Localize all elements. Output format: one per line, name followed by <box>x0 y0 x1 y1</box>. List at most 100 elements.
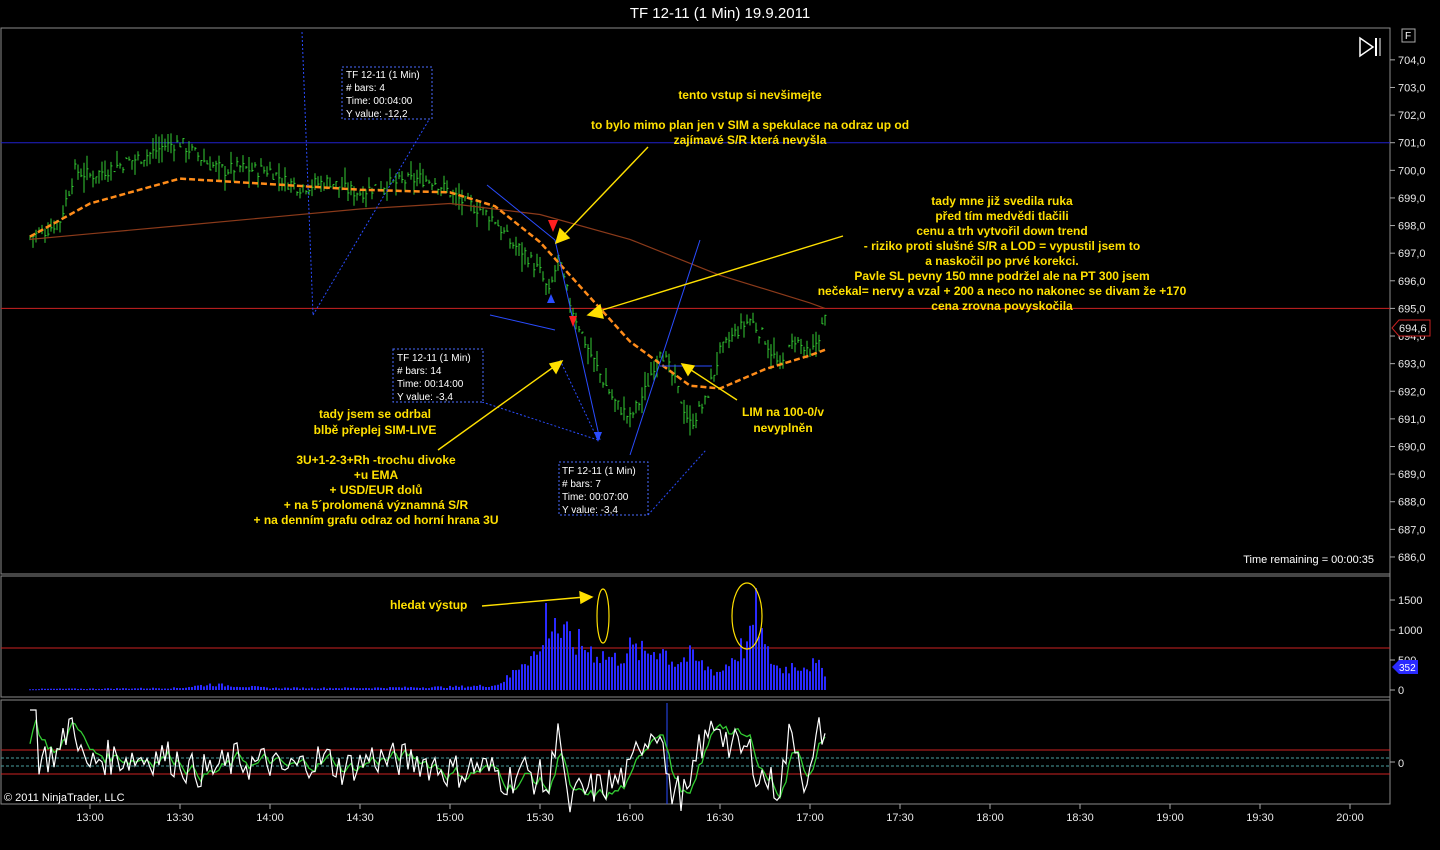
annotation-arrows <box>437 146 844 607</box>
play-end-icon[interactable] <box>1359 36 1381 58</box>
volume-bar <box>470 686 472 690</box>
note-left-2: 3U+1-2-3+Rh -trochu divoke +u EMA + USD/… <box>253 453 498 527</box>
volume-bar <box>278 688 280 690</box>
volume-bar <box>635 643 637 690</box>
volume-bar <box>671 661 673 690</box>
volume-bar <box>773 664 775 690</box>
price-tick-label: 686,0 <box>1398 552 1426 564</box>
volume-bar <box>320 688 322 690</box>
svg-text:cenu a trh vytvořil down trend: cenu a trh vytvořil down trend <box>916 224 1087 238</box>
volume-bar <box>302 687 304 690</box>
price-tick-label: 695,0 <box>1398 303 1426 315</box>
volume-bar <box>665 650 667 690</box>
volume-bar <box>821 667 823 690</box>
volume-bar <box>344 687 346 690</box>
svg-text:tady jsem se odrbal: tady jsem se odrbal <box>319 407 431 421</box>
volume-bar <box>452 687 454 690</box>
measure-tooltip-3: TF 12-11 (1 Min) # bars: 7 Time: 00:07:0… <box>558 461 649 516</box>
volume-bar <box>50 688 52 690</box>
volume-bar <box>137 688 139 690</box>
volume-bar <box>56 688 58 690</box>
volume-bar <box>287 687 289 690</box>
volume-bar <box>95 689 97 691</box>
volume-bar <box>425 688 427 690</box>
volume-bar <box>341 688 343 690</box>
f-button[interactable]: F <box>1401 28 1416 43</box>
price-tick-label: 703,0 <box>1398 82 1426 94</box>
volume-bar <box>227 685 229 690</box>
chart-canvas[interactable]: 704,0 703,0 702,0 701,0 700,0 699,0 698,0 697,0… <box>0 0 1440 850</box>
time-tick-label: 19:00 <box>1156 812 1184 824</box>
volume-bar <box>338 688 340 690</box>
tip3-line2: # bars: 7 <box>562 479 601 490</box>
volume-bar <box>752 624 754 690</box>
volume-bar <box>503 681 505 690</box>
volume-bar <box>416 687 418 690</box>
volume-bar <box>290 688 292 690</box>
volume-bar <box>47 688 49 690</box>
volume-tick-label: 0 <box>1398 685 1404 697</box>
volume-bar <box>530 656 532 690</box>
volume-bar <box>818 659 820 690</box>
volume-bar <box>584 650 586 690</box>
volume-bar <box>263 686 265 690</box>
volume-bar <box>449 685 451 690</box>
volume-bar <box>134 688 136 690</box>
volume-bar <box>257 686 259 690</box>
time-tick-label: 13:30 <box>166 812 194 824</box>
volume-bar <box>743 658 745 690</box>
svg-text:to bylo mimo plan jen v SIM a: to bylo mimo plan jen v SIM a spekulace … <box>591 118 909 132</box>
volume-bar <box>206 685 208 690</box>
volume-bar <box>395 687 397 690</box>
svg-text:F: F <box>1405 31 1411 42</box>
volume-bar <box>533 651 535 690</box>
volume-bar <box>275 687 277 690</box>
volume-bar <box>116 688 118 690</box>
price-tick-label: 701,0 <box>1398 138 1426 150</box>
volume-bar <box>770 663 772 690</box>
volume-bar <box>491 685 493 690</box>
volume-bar <box>113 689 115 691</box>
time-tick-label: 19:30 <box>1246 812 1274 824</box>
volume-bar <box>38 689 40 691</box>
current-volume-marker: 352 <box>1392 660 1418 674</box>
volume-bar <box>86 689 88 691</box>
time-axis: 13:00 13:30 14:00 14:30 15:00 15:30 16:00 16:30… <box>76 804 1364 824</box>
volume-bar <box>554 618 556 690</box>
volume-highlight-ellipse <box>596 588 610 644</box>
volume-bar <box>254 686 256 690</box>
current-price-marker: 694,6 <box>1391 319 1431 337</box>
volume-bar <box>575 654 577 690</box>
volume-bar <box>266 687 268 690</box>
volume-bar <box>632 644 634 690</box>
volume-bar <box>239 687 241 690</box>
volume-bar <box>662 649 664 690</box>
volume-bar <box>194 685 196 690</box>
volume-bar <box>797 670 799 690</box>
price-tick-label: 689,0 <box>1398 469 1426 481</box>
volume-bar <box>731 658 733 690</box>
volume-bar <box>611 657 613 690</box>
volume-bar <box>173 687 175 690</box>
volume-bar <box>272 687 274 690</box>
volume-bar <box>380 687 382 690</box>
volume-bar <box>161 688 163 690</box>
volume-bar <box>698 661 700 690</box>
volume-bar <box>404 686 406 690</box>
volume-bar <box>143 688 145 690</box>
volume-bar <box>542 645 544 690</box>
volume-bar <box>569 631 571 690</box>
volume-bar <box>197 685 199 690</box>
volume-bar <box>776 665 778 690</box>
price-tick-label: 690,0 <box>1398 441 1426 453</box>
volume-bar <box>203 686 205 690</box>
time-tick-label: 14:00 <box>256 812 284 824</box>
volume-bar <box>527 665 529 690</box>
volume-bar <box>512 669 514 690</box>
price-tick-label: 698,0 <box>1398 221 1426 233</box>
volume-bar <box>608 656 610 690</box>
volume-bar <box>515 670 517 690</box>
time-tick-label: 13:00 <box>76 812 104 824</box>
volume-bar <box>614 652 616 690</box>
volume-bar <box>686 661 688 690</box>
